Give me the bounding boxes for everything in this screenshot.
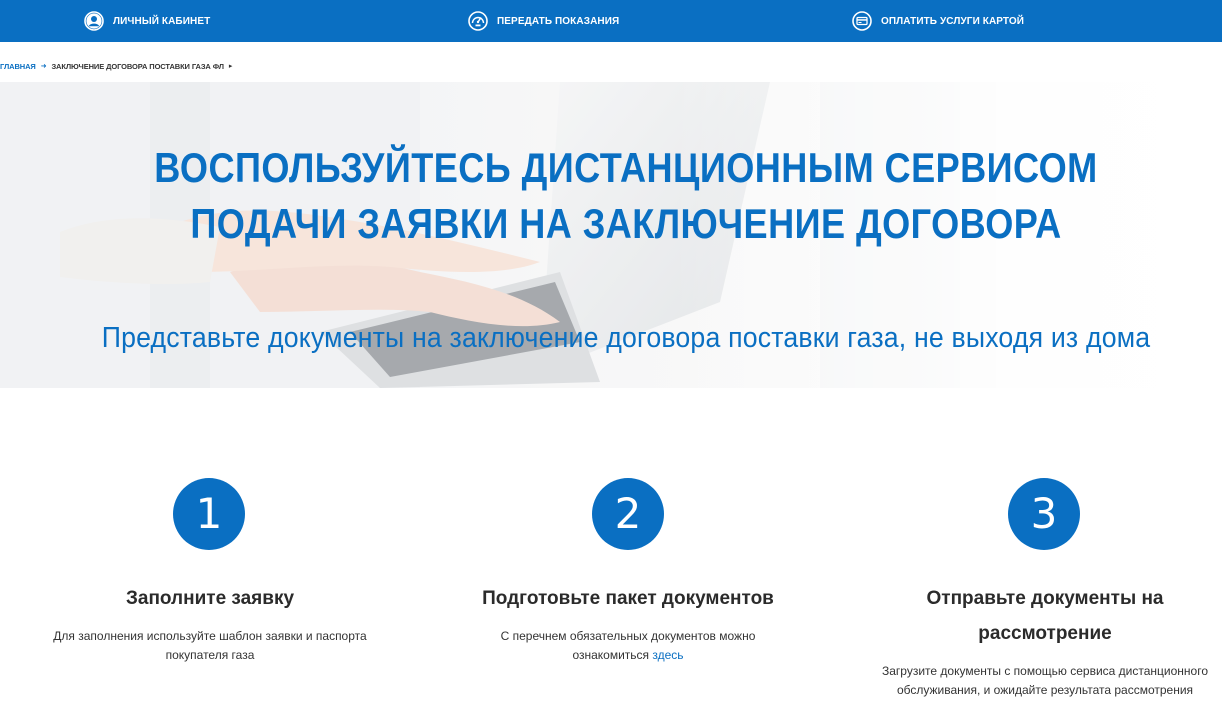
step-description-line: обслуживания, и ожидайте результата расс…	[896, 683, 1194, 697]
step-number-badge: 2	[592, 478, 664, 550]
nav-item-label: Личный кабинет	[113, 15, 211, 27]
user-icon	[84, 11, 104, 31]
hero-banner: Воспользуйтесь дистанционным сервисом по…	[0, 82, 1222, 388]
step-description-line: Для заполнения используйте шаблон заявки…	[53, 629, 367, 643]
breadcrumb-chevron-icon: ▸	[228, 63, 233, 70]
nav-item-personal-account[interactable]: Личный кабинет	[84, 0, 210, 42]
step-title: Подготовьте пакет документов	[482, 588, 774, 609]
nav-item-pay-card[interactable]: Оплатить услуги картой	[852, 0, 1024, 42]
step-description-line: ознакомиться здесь	[428, 646, 828, 665]
hero-title: Воспользуйтесь дистанционным сервисом по…	[88, 140, 1165, 252]
breadcrumb-arrow-icon: ➜	[40, 63, 47, 70]
hero-title-line: подачи заявки на заключение договора	[190, 200, 1062, 247]
step-description-line: покупателя газа	[165, 648, 255, 662]
hero-title-line: Воспользуйтесь дистанционным сервисом	[154, 144, 1098, 191]
top-nav-bar: Личный кабинет Передать показания Оплати…	[0, 0, 1222, 42]
step-title: Отправьте документы на рассмотрение	[845, 581, 1222, 651]
nav-item-label: Передать показания	[497, 15, 620, 27]
step-description-text: ознакомиться	[572, 648, 650, 662]
step-number-badge: 1	[173, 478, 245, 550]
nav-item-submit-readings[interactable]: Передать показания	[468, 0, 619, 42]
card-icon	[852, 11, 872, 31]
breadcrumb-home-link[interactable]: Главная	[0, 62, 36, 71]
step-description: Для заполнения используйте шаблон заявки…	[20, 627, 400, 665]
step-title: Заполните заявку	[125, 588, 295, 609]
step-number-badge: 3	[1008, 478, 1080, 550]
breadcrumb: Главная ➜ Заключение договора поставки г…	[0, 60, 232, 72]
step-title-line: Отправьте документы на	[926, 588, 1164, 609]
gauge-icon	[468, 11, 488, 31]
step-description-line: Загрузите документы с помощью сервиса ди…	[882, 664, 1208, 678]
breadcrumb-current: Заключение договора поставки газа ФЛ	[51, 61, 224, 71]
step-title-line: рассмотрение	[978, 623, 1112, 644]
nav-item-label: Оплатить услуги картой	[881, 15, 1025, 27]
step-description: С перечнем обязательных документов можно…	[428, 627, 828, 665]
step-description: Загрузите документы с помощью сервиса ди…	[845, 662, 1222, 700]
hero-subtitle: Представьте документы на заключение дого…	[101, 322, 1151, 354]
step-description-line: С перечнем обязательных документов можно	[500, 629, 756, 643]
documents-list-link[interactable]: здесь	[652, 648, 683, 662]
